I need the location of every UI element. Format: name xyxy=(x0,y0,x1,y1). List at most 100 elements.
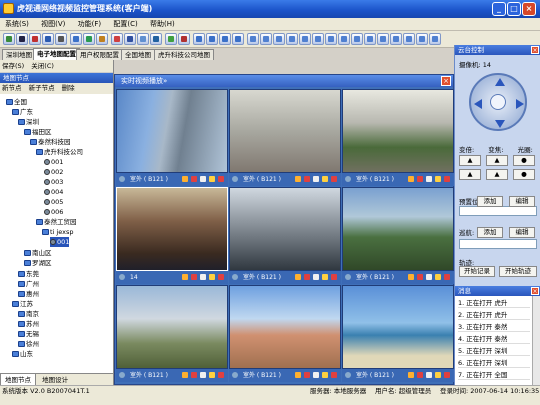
tab-husheng-map[interactable]: 虎升科技公司地图 xyxy=(154,49,214,60)
tree-node-guangdong[interactable]: 广东 xyxy=(12,107,33,117)
preset-edit-button[interactable]: 编辑 xyxy=(509,196,535,207)
save-button[interactable]: 保存(S) xyxy=(2,62,24,70)
tree-node-tijexsp[interactable]: ti jexsp xyxy=(42,227,73,237)
settings-icon[interactable] xyxy=(209,274,215,280)
preset-add-button[interactable]: 添加 xyxy=(477,196,503,207)
video-cell[interactable]: 室外 ( B121 ) xyxy=(116,285,228,382)
new-node-button[interactable]: 新节点 xyxy=(2,84,22,92)
toolbar-fullscreen-icon[interactable] xyxy=(429,33,441,45)
toolbar-window-icon[interactable] xyxy=(137,33,149,45)
tab-shenzhen-map[interactable]: 深圳地图 xyxy=(2,49,36,60)
tree-node-cam-004[interactable]: 004 xyxy=(44,187,63,197)
zoom-out-button[interactable]: ▲ xyxy=(459,169,481,180)
maximize-button[interactable]: □ xyxy=(507,2,521,16)
toolbar-record-icon[interactable] xyxy=(29,33,41,45)
video-cell[interactable]: 室外 ( B121 ) xyxy=(342,89,454,186)
ptz-direction-dial[interactable] xyxy=(469,73,527,131)
toolbar-layout-e-icon[interactable] xyxy=(299,33,311,45)
ptz-icon[interactable] xyxy=(295,372,301,378)
tree-node-cam-003[interactable]: 003 xyxy=(44,177,63,187)
record-icon[interactable] xyxy=(191,274,197,280)
tree-node-tairan-park[interactable]: 泰然科技园 xyxy=(30,137,71,147)
ptz-icon[interactable] xyxy=(408,176,414,182)
tree-node-dongguan[interactable]: 东莞 xyxy=(18,269,39,279)
pan-right-icon[interactable] xyxy=(516,99,524,109)
pan-down-icon[interactable] xyxy=(495,120,505,128)
snapshot-icon[interactable] xyxy=(426,372,432,378)
tree-node-cam-001b[interactable]: 001 xyxy=(50,237,70,247)
tree-node-luohu[interactable]: 罗湖区 xyxy=(24,258,52,268)
toolbar-list-icon[interactable] xyxy=(42,33,54,45)
start-record-button[interactable]: 开始记录 xyxy=(459,266,495,277)
settings-icon[interactable] xyxy=(322,274,328,280)
tab-user-permission[interactable]: 用户权限配置 xyxy=(76,49,123,60)
message-close-button[interactable]: × xyxy=(531,287,539,295)
video-cell[interactable]: 室外 ( B121 ) xyxy=(229,89,341,186)
ptz-icon[interactable] xyxy=(408,372,414,378)
toolbar-refresh-icon[interactable] xyxy=(165,33,177,45)
toolbar-layout-h-icon[interactable] xyxy=(338,33,350,45)
ptz-icon[interactable] xyxy=(182,176,188,182)
video-frame[interactable] xyxy=(342,285,454,369)
snapshot-icon[interactable] xyxy=(313,176,319,182)
delete-node-button[interactable]: 删除 xyxy=(62,84,75,92)
tree-node-nanshan[interactable]: 南山区 xyxy=(24,248,52,258)
start-track-button[interactable]: 开始轨迹 xyxy=(499,266,537,277)
patrol-select[interactable] xyxy=(459,239,537,249)
menu-function[interactable]: 功能(F) xyxy=(73,18,107,31)
pan-up-icon[interactable] xyxy=(495,78,505,86)
toolbar-cursor-icon[interactable] xyxy=(16,33,28,45)
tree-node-shandong[interactable]: 山东 xyxy=(12,349,33,359)
video-cell[interactable]: 室外 ( B121 ) xyxy=(229,187,341,284)
menu-help[interactable]: 帮助(H) xyxy=(145,18,180,31)
video-frame[interactable] xyxy=(229,187,341,271)
ptz-center-button[interactable] xyxy=(490,94,506,110)
record-icon[interactable] xyxy=(304,274,310,280)
video-cell[interactable]: 室外 ( B121 ) xyxy=(342,187,454,284)
snapshot-icon[interactable] xyxy=(200,372,206,378)
video-frame[interactable] xyxy=(116,285,228,369)
settings-icon[interactable] xyxy=(435,372,441,378)
record-icon[interactable] xyxy=(191,372,197,378)
tree-node-guangzhou[interactable]: 广州 xyxy=(18,279,39,289)
toolbar-layout-d-icon[interactable] xyxy=(286,33,298,45)
snapshot-icon[interactable] xyxy=(200,274,206,280)
close-video-panel-button[interactable]: × xyxy=(441,76,451,86)
pan-left-icon[interactable] xyxy=(474,99,482,109)
toolbar-playback-icon[interactable] xyxy=(150,33,162,45)
menu-config[interactable]: 配置(C) xyxy=(108,18,142,31)
toolbar-filter-icon[interactable] xyxy=(124,33,136,45)
video-frame[interactable] xyxy=(342,187,454,271)
record-icon[interactable] xyxy=(304,372,310,378)
toolbar-layout-n-icon[interactable] xyxy=(416,33,428,45)
record-icon[interactable] xyxy=(417,274,423,280)
video-frame[interactable] xyxy=(229,89,341,173)
tree-node-nanjing[interactable]: 南京 xyxy=(18,309,39,319)
settings-icon[interactable] xyxy=(435,274,441,280)
settings-icon[interactable] xyxy=(322,176,328,182)
new-child-node-button[interactable]: 新子节点 xyxy=(29,84,55,92)
settings-icon[interactable] xyxy=(435,176,441,182)
toolbar-layout-b-icon[interactable] xyxy=(260,33,272,45)
tab-emap-config[interactable]: 电子地图配置 xyxy=(33,48,80,60)
video-frame[interactable] xyxy=(229,285,341,369)
preset-select[interactable] xyxy=(459,206,537,216)
snapshot-icon[interactable] xyxy=(313,274,319,280)
toolbar-map-icon[interactable] xyxy=(3,33,15,45)
toolbar-layout-m-icon[interactable] xyxy=(403,33,415,45)
snapshot-icon[interactable] xyxy=(426,274,432,280)
message-scrollbar[interactable] xyxy=(532,296,540,385)
tree-node-cam-005[interactable]: 005 xyxy=(44,197,63,207)
video-cell[interactable]: 室外 ( B121 ) xyxy=(229,285,341,382)
toolbar-layout9-icon[interactable] xyxy=(219,33,231,45)
close-stream-icon[interactable] xyxy=(218,372,224,378)
video-cell[interactable]: 室外 ( B121 ) xyxy=(342,285,454,382)
toolbar-layout-a-icon[interactable] xyxy=(247,33,259,45)
tree-node-futian[interactable]: 福田区 xyxy=(24,127,52,137)
toolbar-layout-i-icon[interactable] xyxy=(351,33,363,45)
record-icon[interactable] xyxy=(417,372,423,378)
close-stream-icon[interactable] xyxy=(331,176,337,182)
toolbar-layout1-icon[interactable] xyxy=(193,33,205,45)
tree-node-cam-002[interactable]: 002 xyxy=(44,167,63,177)
ptz-close-button[interactable]: × xyxy=(531,46,539,54)
